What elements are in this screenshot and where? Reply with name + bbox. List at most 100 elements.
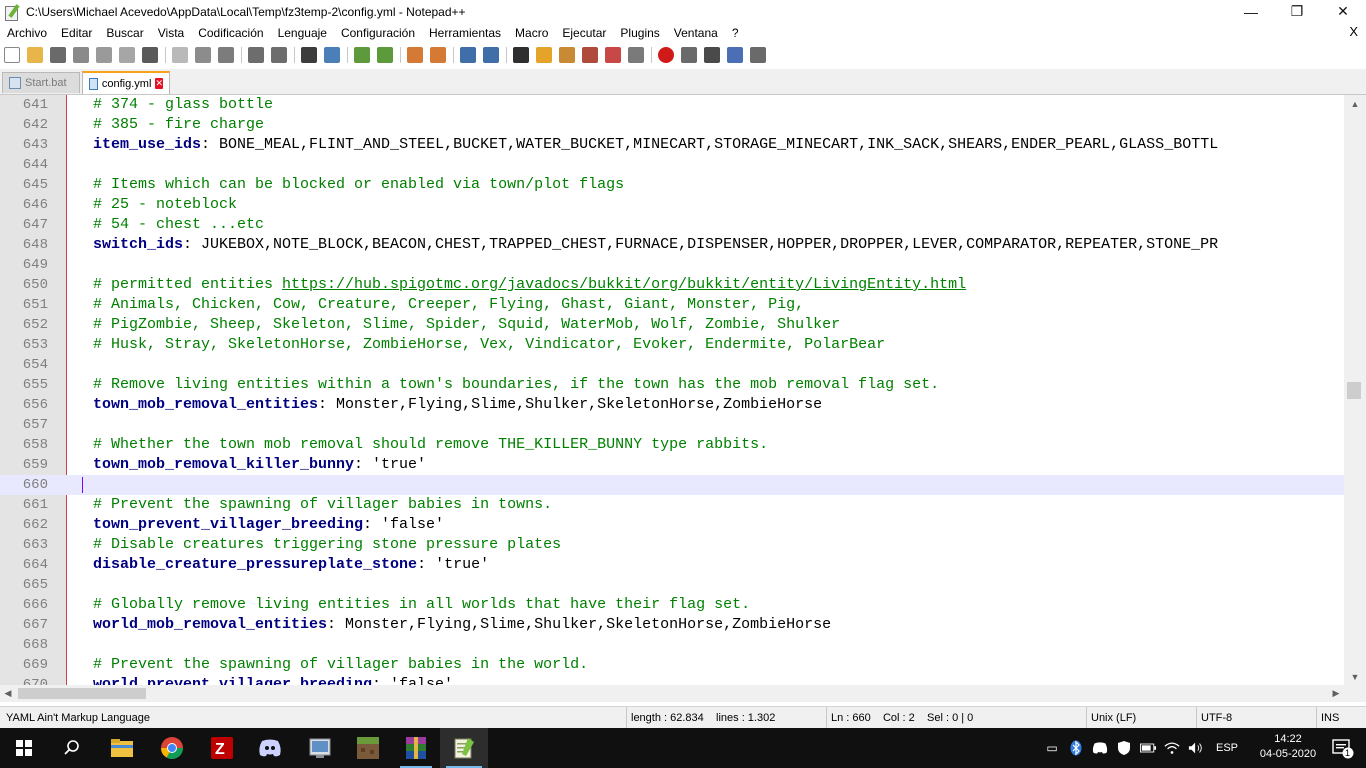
line-content[interactable]: # permitted entities https://hub.spigotm…	[93, 275, 966, 295]
print-icon[interactable]	[142, 47, 158, 63]
line-content[interactable]: # Remove living entities within a town's…	[93, 375, 939, 395]
close-all-icon[interactable]	[119, 47, 135, 63]
line-content[interactable]: # Disable creatures triggering stone pre…	[93, 535, 561, 555]
menu-ventana[interactable]: Ventana	[667, 26, 725, 40]
menu-macro[interactable]: Macro	[508, 26, 555, 40]
code-line[interactable]: 650 # permitted entities https://hub.spig…	[0, 275, 1344, 295]
code-line[interactable]: 644	[0, 155, 1344, 175]
menu-editar[interactable]: Editar	[54, 26, 99, 40]
zoom-in-icon[interactable]	[354, 47, 370, 63]
tab-config-yml[interactable]: config.yml ✕	[82, 71, 170, 94]
minimize-button[interactable]: —	[1228, 0, 1274, 23]
line-content[interactable]: # 385 - fire charge	[93, 115, 264, 135]
filezilla-icon[interactable]: Z	[198, 728, 246, 768]
folder-workspace-icon[interactable]	[582, 47, 598, 63]
input-language[interactable]: ESP	[1216, 742, 1238, 754]
editor[interactable]: 641 # 374 - glass bottle 642 # 385 - fire c…	[0, 95, 1366, 685]
code-line[interactable]: 660	[0, 475, 1344, 495]
line-content[interactable]: town_mob_removal_entities: Monster,Flyin…	[93, 395, 822, 415]
function-list-icon[interactable]	[559, 47, 575, 63]
menu-herramientas[interactable]: Herramientas	[422, 26, 508, 40]
line-content[interactable]: # PigZombie, Sheep, Skeleton, Slime, Spi…	[93, 315, 840, 335]
line-content[interactable]: disable_creature_pressureplate_stone: 't…	[93, 555, 489, 575]
find-icon[interactable]	[301, 47, 317, 63]
code-line[interactable]: 666 # Globally remove living entities in …	[0, 595, 1344, 615]
code-line[interactable]: 659 town_mob_removal_killer_bunny: 'true'	[0, 455, 1344, 475]
code-line[interactable]: 645 # Items which can be blocked or enabl…	[0, 175, 1344, 195]
line-content[interactable]: # Animals, Chicken, Cow, Creature, Creep…	[93, 295, 804, 315]
horizontal-scrollbar[interactable]: ◀ ▶	[0, 685, 1344, 702]
volume-icon[interactable]	[1188, 740, 1204, 756]
save-macro-icon[interactable]	[750, 47, 766, 63]
redo-icon[interactable]	[271, 47, 287, 63]
battery-icon[interactable]	[1140, 740, 1156, 756]
menu-buscar[interactable]: Buscar	[99, 26, 150, 40]
scroll-up-icon[interactable]: ▲	[1344, 95, 1366, 112]
tab-close-icon[interactable]: ✕	[155, 78, 163, 89]
indent-guide-icon[interactable]	[513, 47, 529, 63]
code-line[interactable]: 649	[0, 255, 1344, 275]
cut-icon[interactable]	[172, 47, 188, 63]
line-content[interactable]: world_prevent_villager_breeding: 'false'	[93, 675, 453, 685]
menu-ejecutar[interactable]: Ejecutar	[555, 26, 613, 40]
maximize-button[interactable]: ❐	[1274, 0, 1320, 23]
menu-configuracion[interactable]: Configuración	[334, 26, 422, 40]
paste-icon[interactable]	[218, 47, 234, 63]
replace-icon[interactable]	[324, 47, 340, 63]
view-icon[interactable]	[628, 47, 644, 63]
discord-icon[interactable]	[246, 728, 294, 768]
line-content[interactable]: town_mob_removal_killer_bunny: 'true'	[93, 455, 426, 475]
discord-tray-icon[interactable]	[1092, 740, 1108, 756]
vertical-scrollbar[interactable]: ▲ ▼	[1344, 95, 1366, 685]
line-content[interactable]: # 54 - chest ...etc	[93, 215, 264, 235]
code-line[interactable]: 641 # 374 - glass bottle	[0, 95, 1344, 115]
scroll-right-icon[interactable]: ▶	[1328, 685, 1344, 702]
play-macro-icon[interactable]	[704, 47, 720, 63]
code-line[interactable]: 648 switch_ids: JUKEBOX,NOTE_BLOCK,BEACON…	[0, 235, 1344, 255]
code-line[interactable]: 646 # 25 - noteblock	[0, 195, 1344, 215]
chrome-icon[interactable]	[148, 728, 196, 768]
tab-start-bat[interactable]: Start.bat	[2, 72, 80, 93]
word-wrap-icon[interactable]	[460, 47, 476, 63]
code-line[interactable]: 670 world_prevent_villager_breeding: 'fal…	[0, 675, 1344, 685]
zoom-out-icon[interactable]	[377, 47, 393, 63]
line-content[interactable]: # Items which can be blocked or enabled …	[93, 175, 624, 195]
code-line[interactable]: 643 item_use_ids: BONE_MEAL,FLINT_AND_STE…	[0, 135, 1344, 155]
line-content[interactable]: # 374 - glass bottle	[93, 95, 273, 115]
code-line[interactable]: 652 # PigZombie, Sheep, Skeleton, Slime, …	[0, 315, 1344, 335]
code-line[interactable]: 665	[0, 575, 1344, 595]
save-all-icon[interactable]	[73, 47, 89, 63]
sync-horizontal-icon[interactable]	[430, 47, 446, 63]
shield-icon[interactable]	[1116, 740, 1132, 756]
line-content[interactable]: # Globally remove living entities in all…	[93, 595, 750, 615]
line-content[interactable]: switch_ids: JUKEBOX,NOTE_BLOCK,BEACON,CH…	[93, 235, 1218, 255]
save-icon[interactable]	[50, 47, 66, 63]
line-content[interactable]: # Husk, Stray, SkeletonHorse, ZombieHors…	[93, 335, 885, 355]
vertical-scroll-thumb[interactable]	[1347, 382, 1361, 399]
file-explorer-icon[interactable]	[98, 728, 146, 768]
code-line[interactable]: 642 # 385 - fire charge	[0, 115, 1344, 135]
undo-icon[interactable]	[248, 47, 264, 63]
notification-center-icon[interactable]: 1	[1322, 728, 1362, 768]
code-line[interactable]: 664 disable_creature_pressureplate_stone:…	[0, 555, 1344, 575]
line-content[interactable]: # 25 - noteblock	[93, 195, 237, 215]
open-file-icon[interactable]	[27, 47, 43, 63]
line-content[interactable]: item_use_ids: BONE_MEAL,FLINT_AND_STEEL,…	[93, 135, 1218, 155]
code-line[interactable]: 651 # Animals, Chicken, Cow, Creature, Cr…	[0, 295, 1344, 315]
menu-archivo[interactable]: Archivo	[0, 26, 54, 40]
code-line[interactable]: 661 # Prevent the spawning of villager ba…	[0, 495, 1344, 515]
code-line[interactable]: 656 town_mob_removal_entities: Monster,Fl…	[0, 395, 1344, 415]
clock[interactable]: 14:22 04-05-2020	[1258, 732, 1318, 762]
copy-icon[interactable]	[195, 47, 211, 63]
line-content[interactable]: world_mob_removal_entities: Monster,Flyi…	[93, 615, 831, 635]
new-file-icon[interactable]	[4, 47, 20, 63]
wifi-icon[interactable]	[1164, 740, 1180, 756]
code-line[interactable]: 655 # Remove living entities within a tow…	[0, 375, 1344, 395]
task-view-icon[interactable]: ▭	[1044, 740, 1060, 756]
menu-help[interactable]: ?	[725, 26, 746, 40]
line-content[interactable]: town_prevent_villager_breeding: 'false'	[93, 515, 444, 535]
code-lines[interactable]: 641 # 374 - glass bottle 642 # 385 - fire c…	[0, 95, 1344, 685]
code-line[interactable]: 647 # 54 - chest ...etc	[0, 215, 1344, 235]
sync-vertical-icon[interactable]	[407, 47, 423, 63]
minecraft-icon[interactable]	[344, 728, 392, 768]
